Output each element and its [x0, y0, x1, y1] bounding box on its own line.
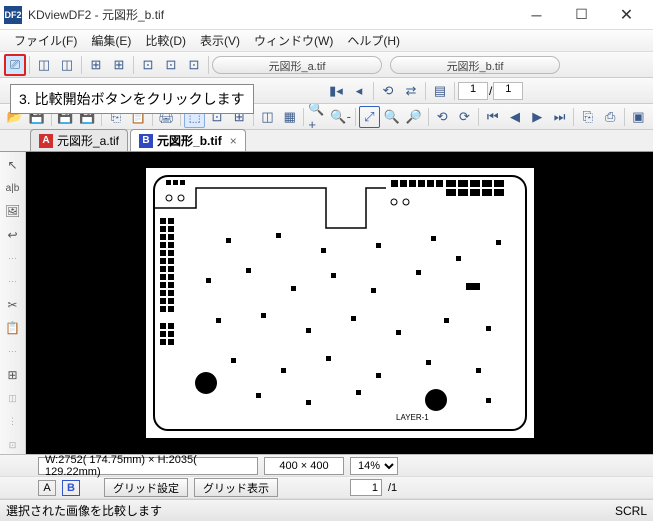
page-sep: /: [489, 84, 492, 98]
compare-toolbar: ⎚ ◫ ◫ ⊞ ⊞ ⊡ ⊡ ⊡ 元図形_a.tif 元図形_b.tif: [0, 52, 653, 78]
cut-icon[interactable]: ✂: [3, 296, 23, 313]
tool-icon[interactable]: ◫: [33, 54, 55, 76]
work-area: ↖ a|b 🖼 ↩ ⋯ ⋯ ✂ 📋 ⋯ ⊞ ◫ ⋮ ⊡: [0, 152, 653, 454]
tool-icon[interactable]: ◫: [3, 390, 23, 407]
rotate-icon[interactable]: ⟲: [432, 106, 453, 128]
zoom-select[interactable]: 14%: [350, 457, 398, 475]
b-button[interactable]: B: [62, 480, 80, 496]
window-title: KDviewDF2 - 元図形_b.tif: [28, 6, 514, 23]
close-tab-icon[interactable]: ×: [230, 134, 237, 148]
menu-edit[interactable]: 編集(E): [85, 30, 137, 51]
file-tab-a[interactable]: 元図形_a.tif: [212, 56, 382, 74]
badge-b-icon: B: [139, 134, 153, 148]
tool-icon[interactable]: ⋯: [3, 343, 23, 360]
next-icon[interactable]: ▶: [527, 106, 548, 128]
undo-icon[interactable]: ↩: [3, 226, 23, 243]
tooltip: 3. 比較開始ボタンをクリックします: [10, 84, 254, 114]
text-tool-icon[interactable]: a|b: [3, 179, 23, 196]
canvas[interactable]: LAYER-1: [26, 152, 653, 454]
grid-icon[interactable]: ⊞: [3, 367, 23, 384]
clipboard-icon[interactable]: 📋: [3, 320, 23, 337]
pointer-icon[interactable]: ↖: [3, 156, 23, 173]
tool-icon[interactable]: ⊡: [183, 54, 205, 76]
grid-show-button[interactable]: グリッド表示: [194, 478, 278, 497]
app-icon: DF2: [4, 6, 22, 24]
menu-bar: ファイル(F) 編集(E) 比較(D) 表示(V) ウィンドウ(W) ヘルプ(H…: [0, 30, 653, 52]
tool-icon[interactable]: ⋯: [3, 250, 23, 267]
compare-start-button[interactable]: ⎚: [4, 54, 26, 76]
tool-icon[interactable]: ⎙: [600, 106, 621, 128]
tool-icon[interactable]: ⊞: [108, 54, 130, 76]
menu-window[interactable]: ウィンドウ(W): [248, 30, 339, 51]
tool-icon[interactable]: ⊡: [3, 437, 23, 454]
tool-icon[interactable]: ⊡: [160, 54, 182, 76]
first-icon[interactable]: ⏮: [482, 106, 503, 128]
info-row: W:2752( 174.75mm) × H:2035( 129.22mm) 40…: [0, 455, 653, 477]
tool-icon[interactable]: ⊞: [85, 54, 107, 76]
prev-page-icon[interactable]: ◂: [348, 80, 370, 102]
fit-icon[interactable]: ⤢: [359, 106, 380, 128]
tool-icon[interactable]: ⎘: [577, 106, 598, 128]
control-row: A B グリッド設定 グリッド表示 /1: [0, 477, 653, 499]
doc-tab-a-label: 元図形_a.tif: [57, 132, 119, 149]
status-bar: 選択された画像を比較します SCRL: [0, 499, 653, 521]
tool-icon[interactable]: ⊡: [137, 54, 159, 76]
nav-icon[interactable]: ⇄: [400, 80, 422, 102]
resolution-display: 400 × 400: [264, 457, 344, 475]
first-page-icon[interactable]: ▮◂: [325, 80, 347, 102]
tool-icon[interactable]: ▣: [628, 106, 649, 128]
status-text: 選択された画像を比較します: [6, 502, 162, 519]
prev-icon[interactable]: ◀: [504, 106, 525, 128]
close-button[interactable]: ✕: [604, 1, 649, 29]
document-tabs: A 元図形_a.tif B 元図形_b.tif ×: [0, 130, 653, 152]
tool-icon[interactable]: ⋮: [3, 413, 23, 430]
doc-tab-a[interactable]: A 元図形_a.tif: [30, 129, 128, 151]
side-toolbar: ↖ a|b 🖼 ↩ ⋯ ⋯ ✂ 📋 ⋯ ⊞ ◫ ⋮ ⊡: [0, 152, 26, 454]
page-total-label: /1: [388, 482, 397, 494]
minimize-button[interactable]: ─: [514, 1, 559, 29]
zoom-icon[interactable]: 🔍: [381, 106, 402, 128]
grid-settings-button[interactable]: グリッド設定: [104, 478, 188, 497]
menu-file[interactable]: ファイル(F): [8, 30, 83, 51]
menu-compare[interactable]: 比較(D): [139, 30, 192, 51]
tool-icon[interactable]: ◫: [257, 106, 278, 128]
menu-help[interactable]: ヘルプ(H): [341, 30, 406, 51]
zoom-out-icon[interactable]: 🔍-: [330, 106, 352, 128]
doc-tab-b[interactable]: B 元図形_b.tif ×: [130, 129, 246, 151]
status-scrl: SCRL: [615, 504, 647, 518]
tool-icon[interactable]: ▦: [279, 106, 300, 128]
layer-label: LAYER-1: [396, 413, 429, 422]
file-tab-b[interactable]: 元図形_b.tif: [390, 56, 560, 74]
zoom-icon[interactable]: 🔎: [403, 106, 424, 128]
last-icon[interactable]: ⏭: [549, 106, 570, 128]
page-toggle-icon[interactable]: ▤: [429, 80, 451, 102]
page-input[interactable]: [350, 479, 382, 496]
zoom-in-icon[interactable]: 🔍+: [307, 106, 328, 128]
tool-icon[interactable]: ◫: [56, 54, 78, 76]
menu-view[interactable]: 表示(V): [194, 30, 246, 51]
image-tool-icon[interactable]: 🖼: [3, 203, 23, 220]
page-total: 1: [493, 82, 523, 100]
drawing-content: LAYER-1: [146, 168, 534, 438]
dimensions-display: W:2752( 174.75mm) × H:2035( 129.22mm): [38, 457, 258, 475]
title-bar: DF2 KDviewDF2 - 元図形_b.tif ─ ☐ ✕: [0, 0, 653, 30]
doc-tab-b-label: 元図形_b.tif: [157, 132, 222, 149]
nav-icon[interactable]: ⟲: [377, 80, 399, 102]
rotate-icon[interactable]: ⟳: [454, 106, 475, 128]
tool-icon[interactable]: ⋯: [3, 273, 23, 290]
badge-a-icon: A: [39, 134, 53, 148]
a-button[interactable]: A: [38, 480, 56, 496]
page-current: 1: [458, 82, 488, 100]
maximize-button[interactable]: ☐: [559, 1, 604, 29]
